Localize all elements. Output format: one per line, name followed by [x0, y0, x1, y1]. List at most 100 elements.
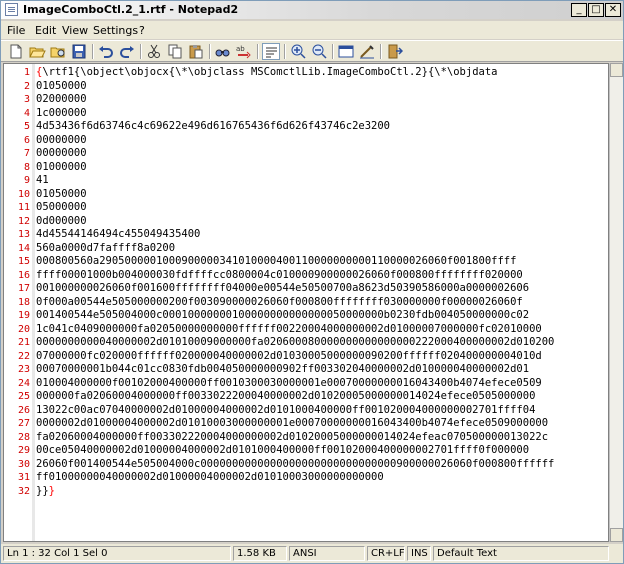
status-size: 1.58 KB	[233, 546, 287, 561]
code-line[interactable]: }}}	[36, 485, 55, 499]
notepad-app-icon[interactable]	[5, 3, 18, 16]
code-line[interactable]: 1c041c0409000000fa02050000000000ffffff00…	[36, 323, 542, 337]
replace-icon[interactable]: ab	[235, 43, 253, 60]
code-line[interactable]: 1c000000	[36, 107, 87, 121]
line-number: 19	[17, 310, 30, 321]
code-line[interactable]: 0000002d01000004000002d01010003000000001…	[36, 417, 548, 431]
code-line[interactable]: 0f000a00544e505000000200f003090000026060…	[36, 296, 523, 310]
cut-icon[interactable]	[145, 43, 163, 60]
line-number: 4	[23, 107, 30, 119]
code-line[interactable]: 26060f001400544e505004000c00000000000000…	[36, 458, 554, 472]
code-line[interactable]: 00ce05040000002d01000004000002d010100040…	[36, 444, 529, 458]
maximize-button[interactable]: □	[588, 3, 604, 17]
new-file-icon[interactable]	[7, 43, 25, 60]
toolbar-separator	[332, 44, 334, 59]
selection-margin	[32, 64, 35, 541]
code-line[interactable]: 02000000	[36, 93, 87, 107]
minimize-button[interactable]: _	[571, 3, 587, 17]
line-number: 12	[17, 215, 30, 227]
code-line[interactable]: 010004000000f00102000400000ff00103000300…	[36, 377, 542, 391]
line-number: 7	[23, 148, 30, 159]
close-button[interactable]: ✕	[605, 3, 621, 17]
code-line[interactable]: 4d53436f6d63746c4c69622e496d616765436f6d…	[36, 120, 390, 134]
status-scheme[interactable]: Default Text	[433, 546, 609, 561]
line-number: 27	[17, 418, 30, 429]
toolbar-separator	[284, 44, 286, 59]
code-line[interactable]: 001000000026060f001600ffffffff04000e0054…	[36, 282, 529, 296]
zoom-out-icon[interactable]	[310, 43, 328, 60]
customize-icon[interactable]	[358, 43, 376, 60]
toolbar-separator	[380, 44, 382, 59]
line-number: 16	[17, 269, 30, 281]
code-line[interactable]: 000800560a290500000100090000034101000040…	[36, 255, 516, 269]
code-line[interactable]: 00000000	[36, 134, 87, 148]
toolbar-separator	[140, 44, 142, 59]
code-line[interactable]: 01050000	[36, 80, 87, 94]
line-number: 14	[17, 242, 30, 254]
code-line[interactable]: 0d000000	[36, 215, 87, 229]
menu-settings[interactable]: Settings	[93, 24, 138, 37]
text-editor[interactable]: {\rtf1{\object\objocx{\*\objclass MSComc…	[3, 63, 609, 542]
scroll-up-arrow-icon[interactable]	[610, 63, 623, 77]
code-line[interactable]: 41	[36, 174, 49, 188]
line-number: 30	[17, 458, 30, 470]
code-line[interactable]: 05000000	[36, 201, 87, 215]
menu-help[interactable]: ?	[139, 24, 145, 37]
save-icon[interactable]	[70, 43, 88, 60]
window-title: ImageComboCtl.2_1.rtf - Notepad2	[23, 3, 239, 16]
vertical-scrollbar[interactable]	[609, 63, 623, 542]
open-folder-icon[interactable]	[28, 43, 46, 60]
toolbar-separator	[257, 44, 259, 59]
line-number: 13	[17, 229, 30, 240]
code-line[interactable]: 001400544e505004000c00010000000100000000…	[36, 309, 529, 323]
code-line[interactable]: 560a0000d7faffff8a0200	[36, 242, 175, 256]
code-line[interactable]: ff01000000040000002d01000004000002d01010…	[36, 471, 384, 485]
scheme-icon[interactable]	[337, 43, 355, 60]
zoom-in-icon[interactable]	[289, 43, 307, 60]
line-number: 6	[23, 134, 30, 146]
copy-icon[interactable]	[166, 43, 184, 60]
code-line[interactable]: {\rtf1{\object\objocx{\*\objclass MSComc…	[36, 66, 497, 80]
code-line[interactable]: 4d45544146494c455049435400	[36, 228, 200, 242]
status-eol[interactable]: CR+LF	[367, 546, 405, 561]
undo-icon[interactable]	[97, 43, 115, 60]
notepad2-window: ImageComboCtl.2_1.rtf - Notepad2 _ □ ✕ F…	[0, 0, 624, 564]
code-line[interactable]: 07000000fc020000ffffff020000040000002d01…	[36, 350, 542, 364]
menu-bar: File Edit View Settings ?	[1, 21, 623, 39]
code-line[interactable]: 00070000001b044c01cc0830fdb0040500000009…	[36, 363, 529, 377]
line-number: 8	[23, 161, 30, 173]
toolbar: ab	[1, 40, 623, 62]
line-number: 29	[17, 445, 30, 456]
line-number: 10	[17, 188, 30, 200]
line-number: 17	[17, 283, 30, 294]
exit-icon[interactable]	[385, 43, 403, 60]
paste-icon[interactable]	[187, 43, 205, 60]
line-number: 5	[23, 121, 30, 132]
line-number: 9	[23, 175, 30, 186]
status-ins[interactable]: INS	[407, 546, 431, 561]
browse-icon[interactable]	[49, 43, 67, 60]
menu-edit[interactable]: Edit	[35, 24, 56, 37]
code-line[interactable]: 0000000000040000002d01010009000000fa0206…	[36, 336, 554, 350]
menu-file[interactable]: File	[7, 24, 25, 37]
word-wrap-icon[interactable]	[262, 43, 280, 60]
line-number: 23	[17, 364, 30, 375]
line-number: 32	[17, 485, 30, 497]
line-number: 28	[17, 431, 30, 443]
line-number: 31	[17, 472, 30, 483]
code-line[interactable]: 00000000	[36, 147, 87, 161]
title-bar[interactable]: ImageComboCtl.2_1.rtf - Notepad2 _ □ ✕	[1, 1, 623, 19]
status-encoding[interactable]: ANSI	[289, 546, 365, 561]
find-icon[interactable]	[214, 43, 232, 60]
toolbar-separator	[209, 44, 211, 59]
code-line[interactable]: 01050000	[36, 188, 87, 202]
code-line[interactable]: fa02060004000000ff003302220004000000002d…	[36, 431, 548, 445]
code-line[interactable]: 13022c00ac07040000002d01000004000002d010…	[36, 404, 535, 418]
line-number: 26	[17, 404, 30, 416]
code-line[interactable]: 000000fa02060004000000ff0033022200040000…	[36, 390, 535, 404]
scroll-down-arrow-icon[interactable]	[610, 528, 623, 542]
redo-icon[interactable]	[118, 43, 136, 60]
code-line[interactable]: 01000000	[36, 161, 87, 175]
code-line[interactable]: ffff00001000b004000030fdffffcc0800004c01…	[36, 269, 523, 283]
menu-view[interactable]: View	[62, 24, 88, 37]
